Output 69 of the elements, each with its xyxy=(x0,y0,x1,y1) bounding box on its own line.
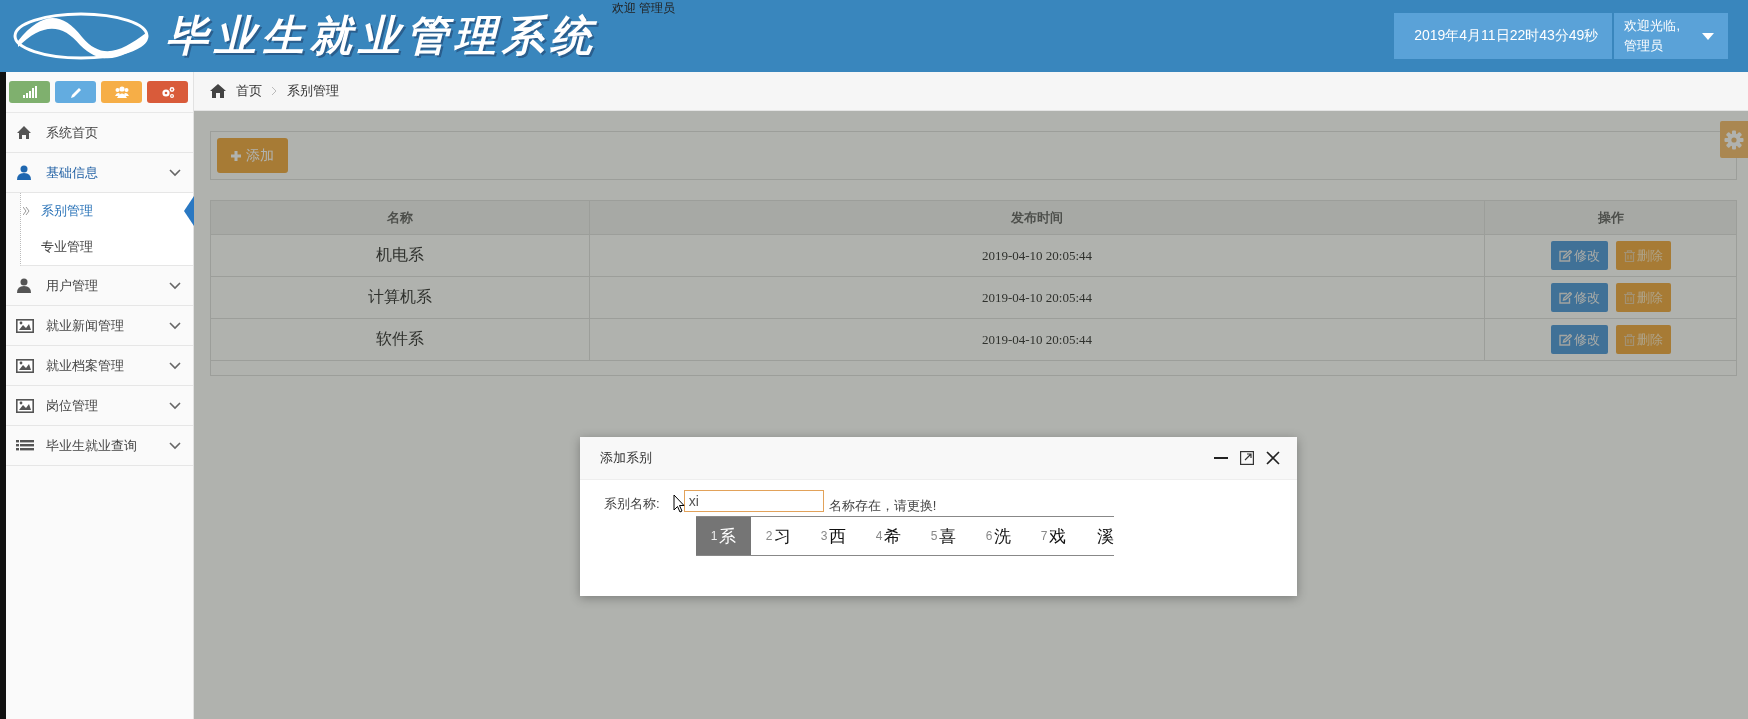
field-label: 系别名称: xyxy=(604,495,660,513)
active-pointer-icon xyxy=(184,196,194,226)
column-header: 操作 xyxy=(1484,200,1737,235)
menu-item[interactable]: 系统首页 xyxy=(6,113,193,153)
ime-candidate[interactable]: 6洗 xyxy=(971,517,1026,555)
user-name: 管理员 xyxy=(1624,37,1665,55)
user-icon xyxy=(16,164,34,181)
pencil-icon xyxy=(68,86,83,98)
picture-icon xyxy=(16,317,34,334)
column-header: 名称 xyxy=(210,200,590,235)
menu-item[interactable]: 就业档案管理 xyxy=(6,346,193,386)
menu-item[interactable]: 就业新闻管理 xyxy=(6,306,193,346)
ime-candidate[interactable]: 7戏 xyxy=(1026,517,1081,555)
plus-icon xyxy=(231,150,241,161)
user-icon xyxy=(16,277,34,294)
submenu-item[interactable]: 系别管理 xyxy=(21,193,193,229)
users-icon xyxy=(114,86,129,98)
date-time: 2019年4月11日22时43分49秒 xyxy=(1394,13,1613,59)
home-icon xyxy=(16,124,34,141)
settings-icon xyxy=(1724,129,1744,150)
ime-candidate[interactable]: 4希 xyxy=(861,517,916,555)
close-icon xyxy=(1266,451,1280,465)
edit-icon xyxy=(1558,291,1572,304)
maximize-icon xyxy=(1240,451,1254,465)
menu-item[interactable]: 用户管理 xyxy=(6,266,193,306)
welcome-text: 欢迎 管理员 xyxy=(612,0,676,17)
ime-candidate[interactable]: 5喜 xyxy=(916,517,971,555)
greeting-text: 欢迎光临, xyxy=(1624,17,1680,35)
system-title: 毕业生就业管理系统 xyxy=(166,12,598,61)
quick-button[interactable] xyxy=(147,81,188,103)
ime-candidate[interactable]: 2 习 xyxy=(751,517,806,555)
table-cell: 2019-04-10 20:05:44 xyxy=(589,276,1485,319)
maximize-button[interactable] xyxy=(1239,450,1255,466)
table-cell: 机电系 xyxy=(210,234,590,277)
gears-icon xyxy=(160,86,175,98)
name-input[interactable]: xi xyxy=(683,490,824,512)
quick-button[interactable] xyxy=(9,81,50,103)
table-cell: 2019-04-10 20:05:44 xyxy=(589,318,1485,361)
table-cell: 2019-04-10 20:05:44 xyxy=(589,234,1485,277)
breadcrumb-link[interactable]: 系别管理 xyxy=(287,82,339,100)
picture-icon xyxy=(16,397,34,414)
table-cell: 计算机系 xyxy=(210,276,590,319)
trash-icon xyxy=(1623,333,1635,346)
error-message: 名称存在，请更换! xyxy=(828,498,937,513)
ime-candidate[interactable]: 1系 xyxy=(696,517,751,555)
edit-icon xyxy=(1558,333,1572,346)
home-icon xyxy=(210,84,226,98)
chevron-right-icon xyxy=(272,87,277,95)
minimize-icon xyxy=(1214,457,1228,459)
menu-item[interactable]: 毕业生就业查询 xyxy=(6,426,193,466)
quick-button[interactable] xyxy=(55,81,96,103)
column-header: 发布时间 xyxy=(589,200,1485,235)
table-cell: 软件系 xyxy=(210,318,590,361)
breadcrumb-link[interactable]: 首页 xyxy=(236,82,262,100)
ime-candidate[interactable]: 3西 xyxy=(806,517,861,555)
caret-icon xyxy=(1702,32,1714,40)
double-chevron-icon xyxy=(23,207,30,215)
trash-icon xyxy=(1623,291,1635,304)
submenu-item[interactable]: 专业管理 xyxy=(21,229,193,265)
trash-icon xyxy=(1623,249,1635,262)
mouse-pointer-icon xyxy=(673,494,685,513)
signal-icon xyxy=(22,86,37,98)
wave-logo-icon xyxy=(12,11,150,61)
dialog-title: 添加系别 xyxy=(600,449,653,467)
close-button[interactable] xyxy=(1265,450,1281,466)
ime-candidate[interactable]: 溪 xyxy=(1081,517,1114,555)
picture-icon xyxy=(16,357,34,374)
menu-item[interactable]: 岗位管理 xyxy=(6,386,193,426)
edit-icon xyxy=(1558,249,1572,262)
